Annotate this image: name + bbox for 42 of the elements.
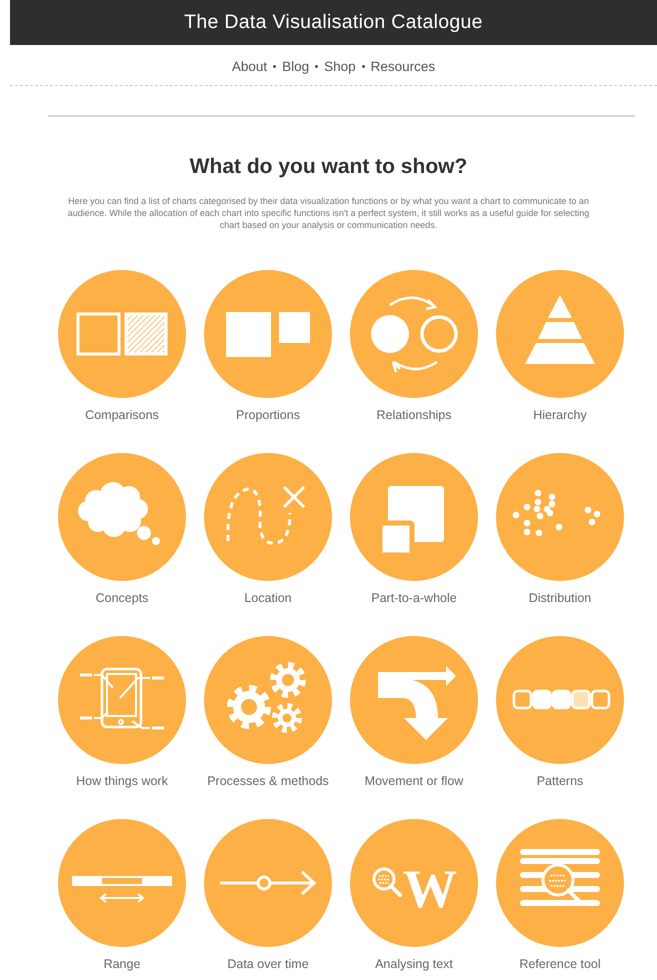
gears-icon[interactable] — [204, 636, 332, 764]
category-link[interactable]: Hierarchy — [533, 408, 587, 423]
magnifier-icon[interactable] — [496, 819, 624, 947]
nav-link[interactable]: About — [232, 58, 268, 74]
category-link[interactable]: Location — [244, 591, 292, 606]
category-link[interactable]: Concepts — [96, 591, 148, 606]
squares-icon[interactable] — [350, 453, 478, 581]
category-link[interactable]: Processes & methods — [207, 774, 329, 789]
nav-link[interactable]: Shop — [324, 58, 356, 74]
circles-icon[interactable] — [350, 270, 478, 398]
letter-glyph: W — [403, 859, 457, 919]
cloud-icon[interactable] — [58, 453, 186, 581]
category-link[interactable]: Analysing text — [375, 957, 453, 972]
squares-icon[interactable] — [58, 270, 186, 398]
phone-icon[interactable] — [58, 636, 186, 764]
route-icon[interactable] — [204, 453, 332, 581]
category-link[interactable]: Proportions — [236, 408, 300, 423]
intro-text: Here you can find a list of charts categorised by their data visualization functions or by what you want a chart to communicate to an audience. While the allocation of each chart into specific functions isn't a perfect system, it still works as a useful guide for selecting chart based on your analysis or communication needs. — [66, 195, 590, 231]
nav-link[interactable]: Blog — [282, 58, 310, 74]
category-link[interactable]: Reference tool — [519, 957, 601, 972]
category-link[interactable]: Comparisons — [85, 408, 159, 423]
range-icon[interactable] — [58, 819, 186, 947]
category-link[interactable]: Distribution — [528, 591, 592, 606]
nav-link[interactable]: Resources — [370, 58, 436, 74]
category-link[interactable]: Part-to-a-whole — [371, 591, 457, 606]
squares-icon[interactable] — [204, 270, 332, 398]
site-title: The Data Visualisation Catalogue — [184, 11, 483, 34]
dots-icon[interactable] — [496, 453, 624, 581]
category-link[interactable]: Data over time — [227, 957, 309, 972]
arrows-icon[interactable] — [350, 636, 478, 764]
separator-dot — [273, 64, 276, 68]
separator-dot — [315, 64, 318, 68]
category-link[interactable]: How things work — [76, 774, 168, 789]
blocks-icon[interactable] — [496, 636, 624, 764]
category-link[interactable]: Patterns — [536, 774, 584, 789]
pyramid-icon[interactable] — [496, 270, 624, 398]
category-link[interactable]: Range — [104, 957, 140, 972]
separator-dot — [362, 64, 365, 68]
timeline-icon[interactable] — [204, 819, 332, 947]
category-link[interactable]: Movement or flow — [364, 774, 464, 789]
category-link[interactable]: Relationships — [376, 408, 452, 423]
page-heading: What do you want to show? — [188, 155, 468, 179]
